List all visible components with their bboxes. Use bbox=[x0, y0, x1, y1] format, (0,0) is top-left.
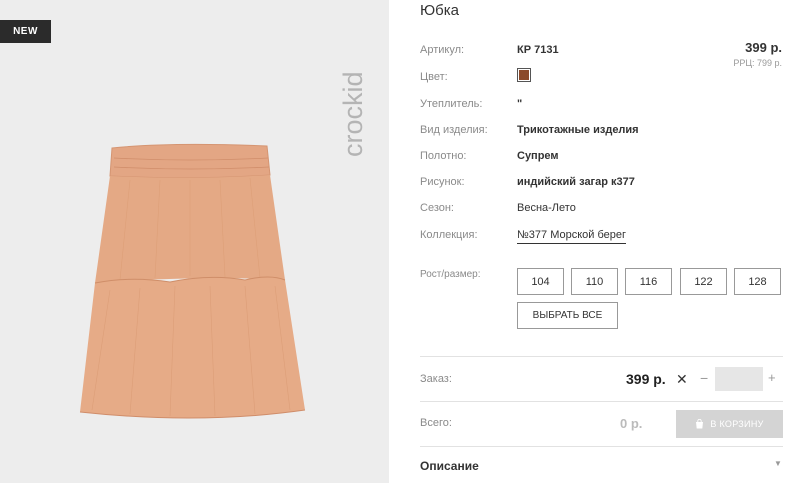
recommended-retail-price: РРЦ: 799 р. bbox=[733, 58, 782, 68]
total-price: 0 р. bbox=[620, 416, 643, 431]
new-badge: NEW bbox=[0, 20, 51, 43]
total-label: Всего: bbox=[420, 417, 452, 429]
spec-season-label: Сезон: bbox=[420, 202, 454, 214]
skirt-image bbox=[79, 143, 306, 419]
add-to-cart-button[interactable]: В КОРЗИНУ bbox=[676, 410, 783, 438]
color-swatch-fill bbox=[519, 70, 529, 80]
size-option-122[interactable]: 122 bbox=[680, 268, 727, 295]
divider bbox=[420, 446, 783, 447]
spec-fabric-value: Супрем bbox=[517, 150, 559, 162]
brand-logo-text: crockid bbox=[338, 71, 368, 157]
divider bbox=[420, 356, 783, 357]
spec-pattern-value: индийский загар к377 bbox=[517, 176, 635, 188]
spec-article-value: КР 7131 bbox=[517, 44, 559, 56]
size-option-110[interactable]: 110 bbox=[571, 268, 618, 295]
spec-color-label: Цвет: bbox=[420, 71, 448, 83]
spec-insulation-value: " bbox=[517, 98, 523, 110]
times-icon: ✕ bbox=[676, 371, 688, 387]
decrease-quantity-button[interactable]: − bbox=[700, 370, 708, 386]
size-option-128[interactable]: 128 bbox=[734, 268, 781, 295]
spec-pattern-label: Рисунок: bbox=[420, 176, 465, 188]
quantity-input[interactable] bbox=[715, 367, 763, 391]
spec-type-label: Вид изделия: bbox=[420, 124, 488, 136]
order-price: 399 р. bbox=[626, 371, 666, 387]
spec-collection-label: Коллекция: bbox=[420, 229, 478, 241]
spec-article-label: Артикул: bbox=[420, 44, 465, 56]
spec-fabric-label: Полотно: bbox=[420, 150, 467, 162]
description-toggle[interactable]: Описание bbox=[420, 459, 479, 473]
chevron-down-icon[interactable]: ▼ bbox=[774, 459, 782, 468]
cart-icon bbox=[696, 419, 704, 429]
increase-quantity-button[interactable]: + bbox=[768, 370, 776, 385]
spec-season-value: Весна-Лето bbox=[517, 202, 576, 214]
sizes-label: Рост/размер: bbox=[420, 269, 481, 280]
product-price: 399 р. bbox=[745, 40, 782, 55]
divider bbox=[420, 401, 783, 402]
add-to-cart-label: В КОРЗИНУ bbox=[710, 419, 764, 429]
product-image-panel: NEW crockid bbox=[0, 0, 389, 483]
size-option-104[interactable]: 104 bbox=[517, 268, 564, 295]
collection-link[interactable]: №377 Морской берег bbox=[517, 229, 627, 244]
brand-logo: crockid bbox=[338, 71, 368, 157]
select-all-button[interactable]: ВЫБРАТЬ ВСЕ bbox=[517, 302, 618, 329]
color-swatch[interactable] bbox=[517, 68, 531, 82]
spec-type-value: Трикотажные изделия bbox=[517, 124, 639, 136]
size-option-116[interactable]: 116 bbox=[625, 268, 672, 295]
product-title: Юбка bbox=[420, 2, 459, 19]
spec-insulation-label: Утеплитель: bbox=[420, 98, 483, 110]
order-label: Заказ: bbox=[420, 373, 452, 385]
